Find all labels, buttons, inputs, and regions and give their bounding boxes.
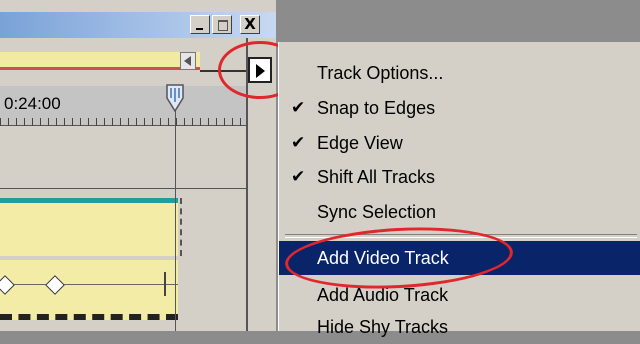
close-icon: X — [244, 15, 256, 33]
context-menu: Track Options... ✔ Snap to Edges ✔ Edge … — [278, 42, 640, 337]
zoom-slider-track[interactable] — [0, 52, 200, 70]
checkmark-icon: ✔ — [291, 98, 306, 118]
menu-item-shift-all-tracks[interactable]: ✔ Shift All Tracks — [279, 160, 640, 194]
track-divider — [0, 188, 246, 189]
minimize-button[interactable] — [190, 15, 210, 34]
minimize-icon — [196, 28, 203, 30]
maximize-icon — [218, 20, 228, 31]
ruler-ticks — [0, 118, 246, 126]
maximize-button[interactable] — [212, 15, 232, 34]
menu-item-hide-shy-tracks[interactable]: Hide Shy Tracks — [279, 310, 640, 344]
zoom-slider-handle[interactable] — [180, 52, 196, 70]
menu-item-label: Edge View — [317, 133, 403, 153]
checkmark-icon: ✔ — [291, 133, 306, 153]
close-button[interactable]: X — [240, 15, 260, 34]
clip-edge[interactable] — [170, 198, 182, 256]
menu-item-snap-to-edges[interactable]: ✔ Snap to Edges — [279, 91, 640, 125]
checkmark-icon: ✔ — [291, 167, 306, 187]
audio-clip[interactable] — [0, 260, 178, 320]
menu-item-label: Sync Selection — [317, 202, 437, 222]
playhead-icon[interactable] — [166, 84, 184, 112]
time-label: 0:24:00 — [4, 94, 61, 113]
clip-edge[interactable] — [164, 272, 180, 296]
envelope-line — [0, 284, 178, 285]
playhead-line — [175, 110, 176, 331]
menu-item-label: Hide Shy Tracks — [317, 317, 449, 337]
menu-item-edge-view[interactable]: ✔ Edge View — [279, 126, 640, 160]
menu-item-sync-selection[interactable]: Sync Selection — [279, 195, 640, 229]
menu-item-label: Shift All Tracks — [317, 167, 436, 187]
menu-item-label: Track Options... — [317, 63, 444, 83]
menu-item-label: Snap to Edges — [317, 98, 436, 118]
video-clip[interactable] — [0, 198, 178, 256]
window-titlebar[interactable] — [0, 12, 276, 38]
menu-item-track-options[interactable]: Track Options... — [279, 56, 640, 90]
